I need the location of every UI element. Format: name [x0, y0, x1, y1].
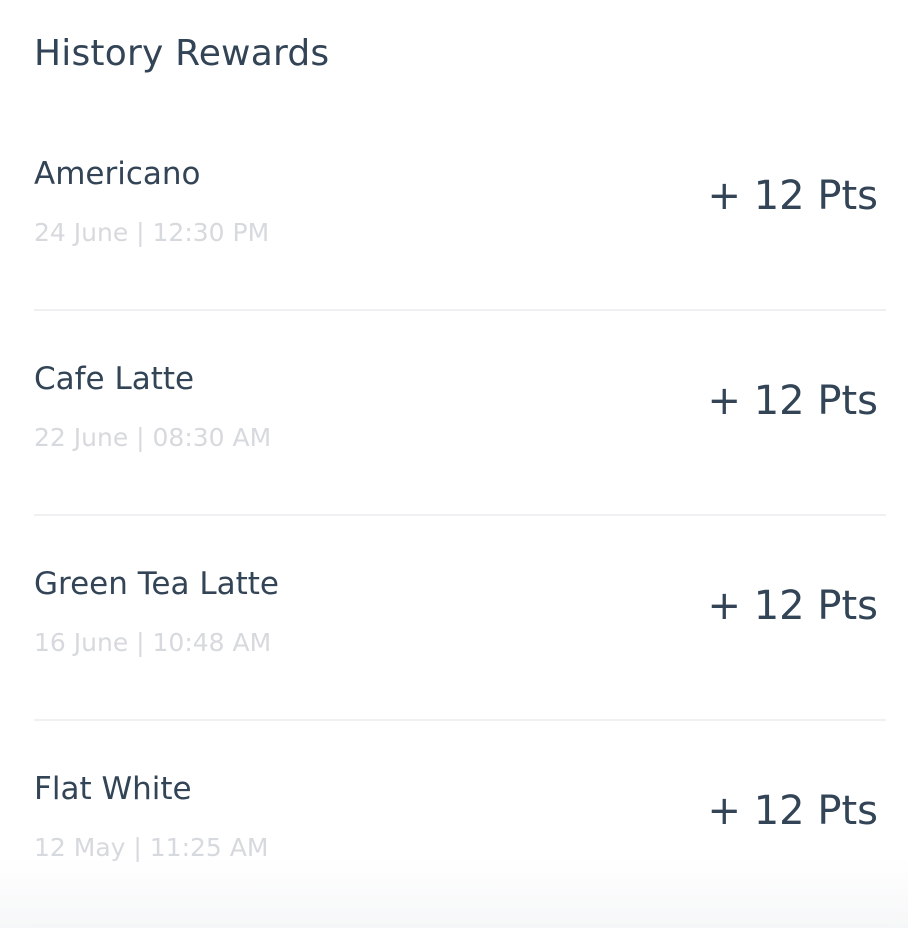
reward-item-points: + 12 Pts — [707, 583, 879, 629]
reward-item-name: Americano — [34, 156, 201, 192]
reward-item-points: + 12 Pts — [707, 788, 879, 834]
rewards-list: Americano 24 June | 12:30 PM + 12 Pts Ca… — [0, 106, 908, 926]
reward-item-date: 22 June | 08:30 AM — [34, 423, 272, 452]
reward-row[interactable]: Flat White 12 May | 11:25 AM + 12 Pts — [0, 721, 908, 926]
reward-item-points: + 12 Pts — [707, 173, 879, 219]
history-rewards-screen: History Rewards Americano 24 June | 12:3… — [0, 0, 908, 928]
reward-item-points: + 12 Pts — [707, 378, 879, 424]
page-title: History Rewards — [34, 33, 330, 74]
reward-item-name: Green Tea Latte — [34, 566, 279, 602]
reward-row[interactable]: Green Tea Latte 16 June | 10:48 AM + 12 … — [0, 516, 908, 721]
reward-item-date: 24 June | 12:30 PM — [34, 218, 270, 247]
reward-item-date: 12 May | 11:25 AM — [34, 833, 269, 862]
reward-row[interactable]: Cafe Latte 22 June | 08:30 AM + 12 Pts — [0, 311, 908, 516]
reward-item-date: 16 June | 10:48 AM — [34, 628, 272, 657]
reward-item-name: Flat White — [34, 771, 192, 807]
row-divider — [34, 924, 886, 926]
reward-row[interactable]: Americano 24 June | 12:30 PM + 12 Pts — [0, 106, 908, 311]
reward-item-name: Cafe Latte — [34, 361, 195, 397]
